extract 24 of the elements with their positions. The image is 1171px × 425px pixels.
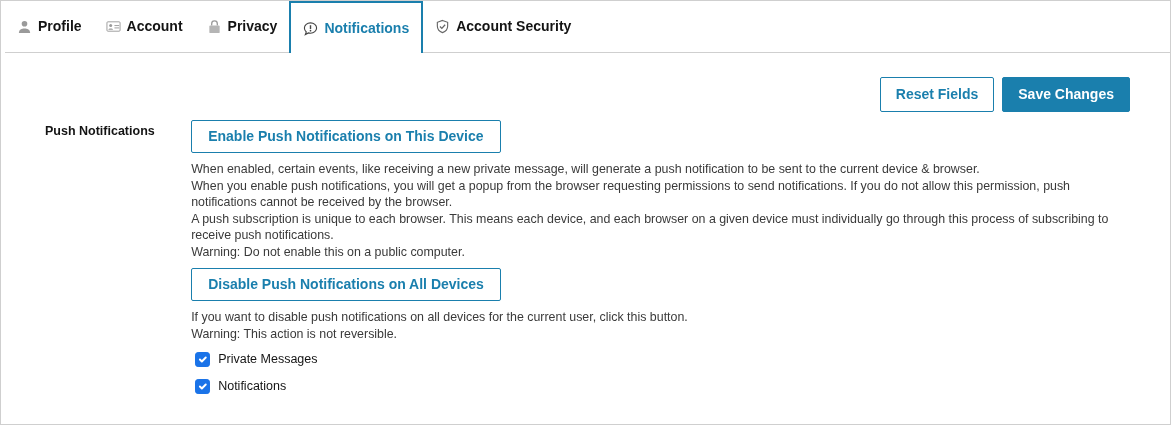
description-text: If you want to disable push notifications on all devices for the current user, click this button.	[191, 309, 689, 326]
speech-bubble-icon	[303, 20, 319, 36]
checkbox[interactable]	[195, 351, 211, 367]
description-text: Warning: Do not enable this on a public computer.	[191, 243, 466, 260]
tab[interactable]: Profile	[5, 1, 94, 53]
reset-button[interactable]: Reset Fields	[879, 77, 995, 112]
person-icon	[17, 19, 32, 34]
checkbox-label[interactable]: Notifications	[218, 376, 287, 396]
shield-icon	[435, 19, 451, 34]
tab[interactable]: Account	[93, 1, 195, 53]
push-button[interactable]: Disable Push Notifications on All Devices	[191, 268, 501, 301]
push-button[interactable]: Enable Push Notifications on This Device	[191, 120, 501, 153]
section-label: Push Notifications	[45, 123, 156, 140]
description-text: Warning: This action is not reversible.	[191, 325, 399, 342]
checkbox-label[interactable]: Private Messages	[218, 350, 318, 369]
tab[interactable]: Account Security	[423, 1, 584, 53]
save-button[interactable]: Save Changes	[1002, 77, 1130, 112]
description-text: A push subscription is unique to each browser. This means each device, and each browser on a given device must individually go through this process of subscribing to receive push notifications.	[191, 210, 1110, 244]
tab[interactable]: Notifications	[289, 1, 424, 53]
lock-icon	[206, 19, 222, 34]
id-card-icon	[105, 19, 121, 34]
description-text: When enabled, certain events, like receiving a new private message, will generate a push notification to be sent to the current device & browser.	[191, 161, 981, 178]
checkbox[interactable]	[195, 378, 211, 394]
description-text: When you enable push notifications, you will get a popup from the browser requesting permissions to send notifications. If you do not allow this permission, push notifications cannot be received by the browser.	[191, 177, 1071, 211]
